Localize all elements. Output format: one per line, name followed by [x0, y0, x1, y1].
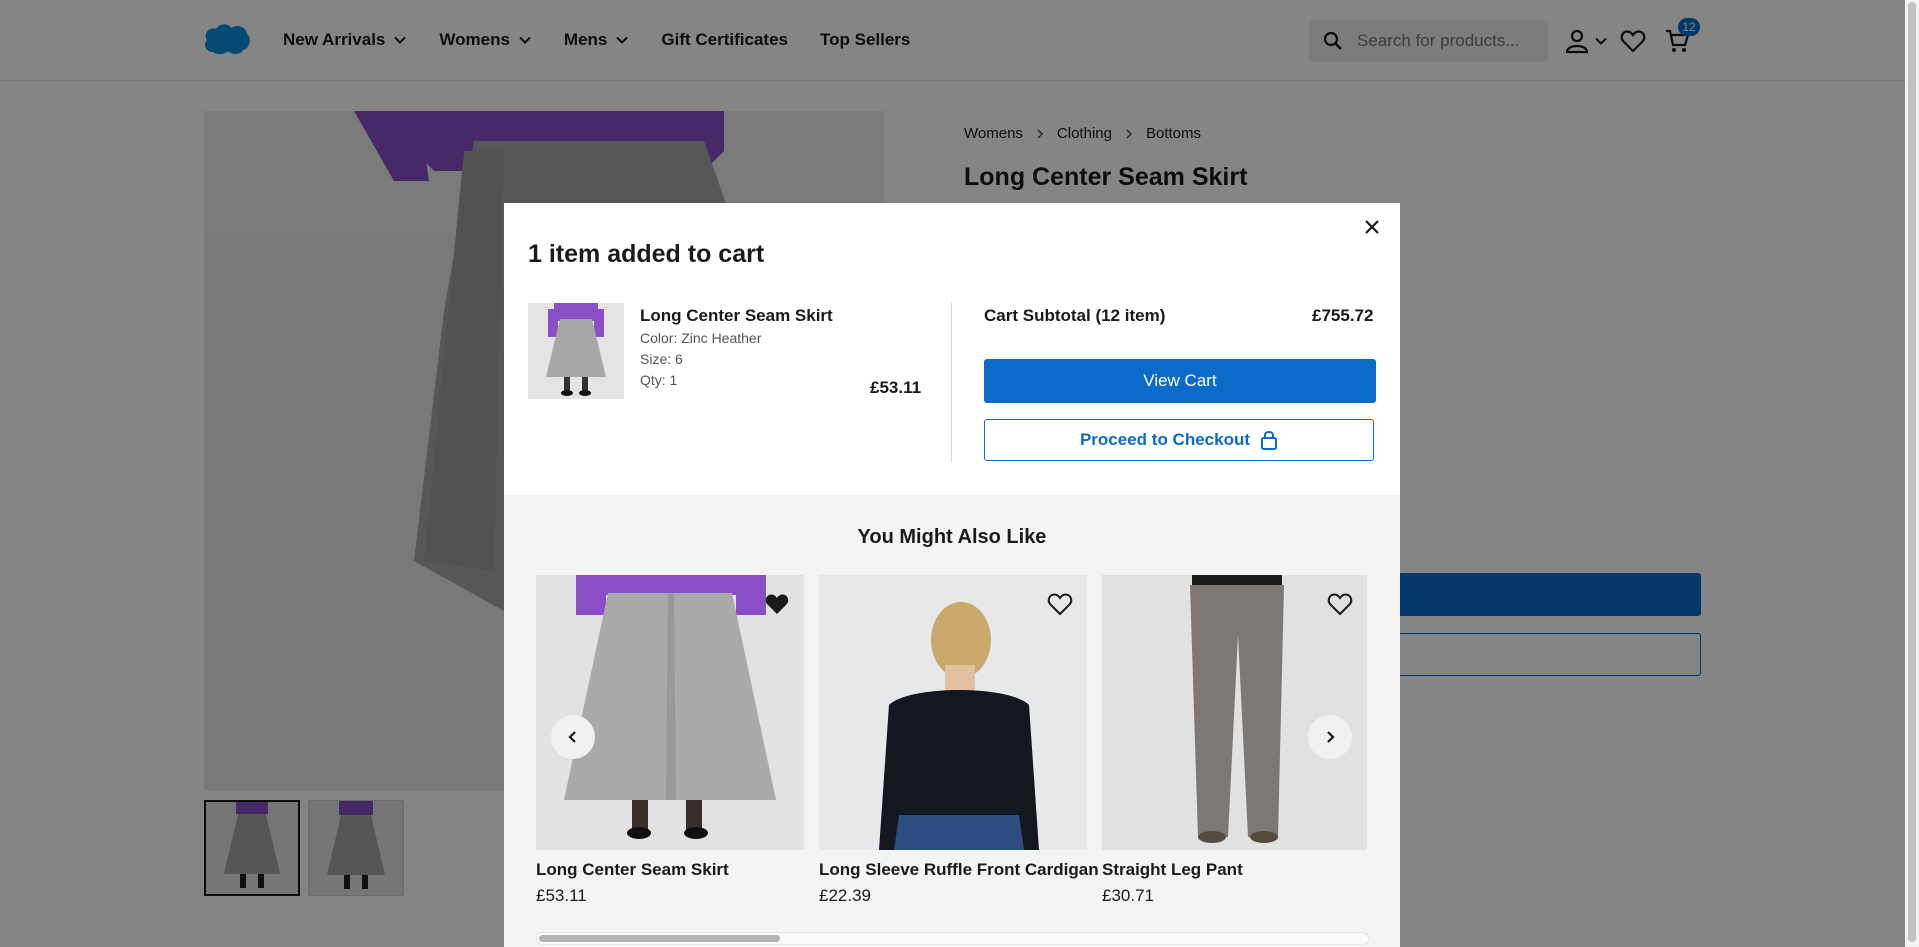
- product-card-image[interactable]: [536, 575, 804, 850]
- cart-item-size: Size: 6: [640, 351, 683, 367]
- close-icon[interactable]: [1362, 217, 1382, 237]
- cart-item-image: [528, 303, 624, 399]
- product-card-price: £53.11: [536, 886, 587, 905]
- view-cart-button[interactable]: View Cart: [984, 359, 1376, 403]
- carousel-next-button[interactable]: [1308, 715, 1352, 759]
- wishlist-heart-icon[interactable]: [1047, 591, 1073, 617]
- carousel-prev-button[interactable]: [551, 715, 595, 759]
- page-scrollbar[interactable]: [1905, 0, 1919, 947]
- cart-subtotal-value: £755.72: [1312, 306, 1374, 325]
- cart-item-color: Color: Zinc Heather: [640, 330, 762, 346]
- product-card-image[interactable]: [1102, 575, 1367, 850]
- product-card-price: £22.39: [819, 886, 871, 905]
- modal-title: 1 item added to cart: [528, 240, 765, 268]
- checkout-label: Proceed to Checkout: [1079, 430, 1251, 449]
- product-card[interactable]: Long Sleeve Ruffle Front Cardigan £22.39: [819, 575, 1099, 906]
- wishlist-heart-icon[interactable]: [1327, 591, 1353, 617]
- wishlist-heart-filled-icon[interactable]: [764, 591, 790, 617]
- product-card-name[interactable]: Straight Leg Pant: [1102, 860, 1367, 880]
- recommendations-title: You Might Also Like: [857, 526, 1047, 548]
- carousel-scrollbar[interactable]: [536, 932, 1369, 945]
- modal-divider: [951, 303, 952, 463]
- cart-item-name: Long Center Seam Skirt: [640, 306, 833, 325]
- product-card-image[interactable]: [819, 575, 1087, 850]
- proceed-to-checkout-button[interactable]: Proceed to Checkout: [984, 419, 1374, 461]
- product-page: New Arrivals Womens Mens Gift Certificat…: [0, 0, 1919, 947]
- lock-icon: [1261, 431, 1278, 450]
- cart-item-price: £53.11: [870, 378, 922, 397]
- product-card-price: £30.71: [1102, 886, 1154, 905]
- scrollbar-thumb[interactable]: [1908, 2, 1916, 942]
- chevron-right-icon: [1327, 731, 1335, 743]
- product-card-name[interactable]: Long Center Seam Skirt: [536, 860, 804, 880]
- product-card-name[interactable]: Long Sleeve Ruffle Front Cardigan: [819, 860, 1099, 880]
- cart-item-qty: Qty: 1: [640, 372, 678, 388]
- cart-subtotal-label: Cart Subtotal (12 item): [984, 306, 1166, 325]
- scrollbar-thumb[interactable]: [539, 935, 780, 942]
- chevron-left-icon: [568, 731, 576, 743]
